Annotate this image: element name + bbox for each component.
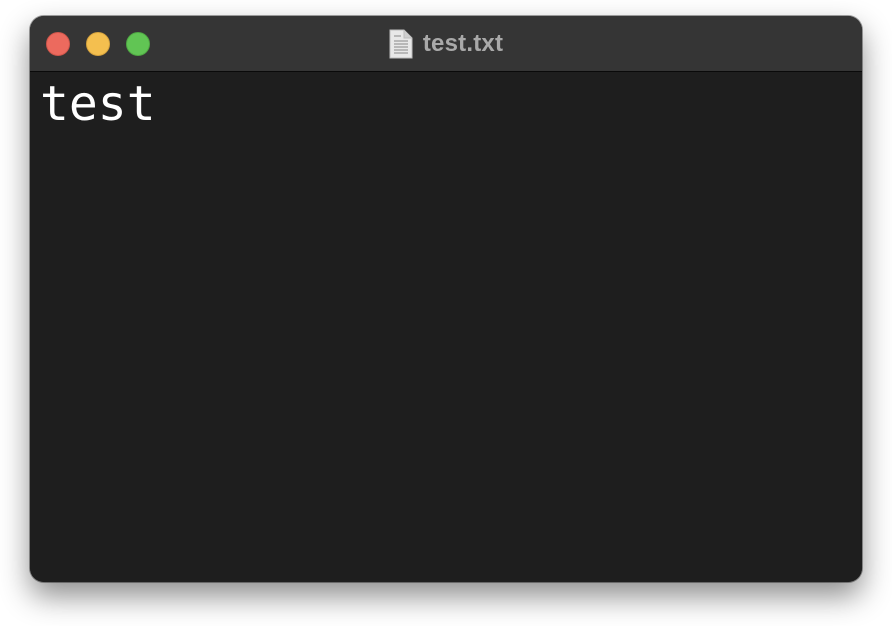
close-button[interactable] bbox=[46, 32, 70, 56]
text-editor-window: test.txt test bbox=[30, 16, 862, 582]
text-editor-area[interactable]: test bbox=[30, 73, 862, 582]
title-bar[interactable]: test.txt bbox=[30, 16, 862, 72]
window-title: test.txt bbox=[422, 30, 504, 57]
zoom-button[interactable] bbox=[126, 32, 150, 56]
text-document-icon bbox=[389, 29, 413, 59]
editor-line: test bbox=[40, 76, 156, 132]
minimize-button[interactable] bbox=[86, 32, 110, 56]
window-title-group: test.txt bbox=[30, 16, 862, 72]
